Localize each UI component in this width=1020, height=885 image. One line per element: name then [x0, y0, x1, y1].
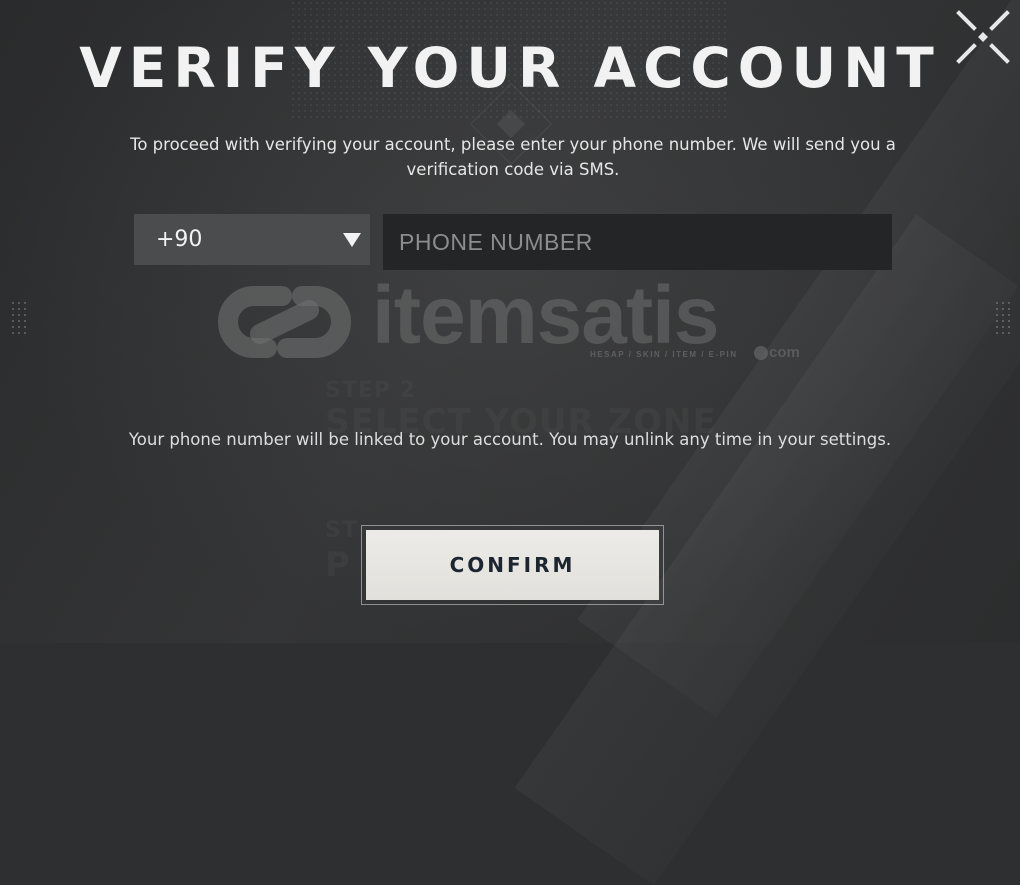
- intro-text: To proceed with verifying your account, …: [130, 135, 896, 179]
- side-dots-ornament-right: [994, 300, 1012, 338]
- confirm-button[interactable]: CONFIRM: [366, 530, 659, 600]
- ghost-step3-label: ST: [325, 518, 358, 543]
- ghost-step2-label: STEP 2: [325, 378, 416, 403]
- country-code-select[interactable]: +90: [134, 214, 370, 265]
- watermark-domain: com: [754, 344, 800, 361]
- link-note-text: Your phone number will be linked to your…: [128, 430, 892, 449]
- watermark-dot-icon: [754, 345, 768, 360]
- country-code-value: +90: [156, 227, 203, 252]
- side-dots-ornament-left: [10, 300, 28, 338]
- watermark-brand: itemsatis: [372, 270, 720, 361]
- watermark-logo-icon: [218, 286, 351, 358]
- watermark: itemsatis HESAP / SKIN / ITEM / E-PIN co…: [212, 272, 812, 372]
- caret-down-icon: [343, 233, 361, 247]
- watermark-domain-text: com: [769, 344, 800, 361]
- watermark-tagline: HESAP / SKIN / ITEM / E-PIN: [590, 350, 738, 359]
- phone-number-input[interactable]: [383, 214, 892, 270]
- dialog-title: VERIFY YOUR ACCOUNT: [79, 36, 941, 100]
